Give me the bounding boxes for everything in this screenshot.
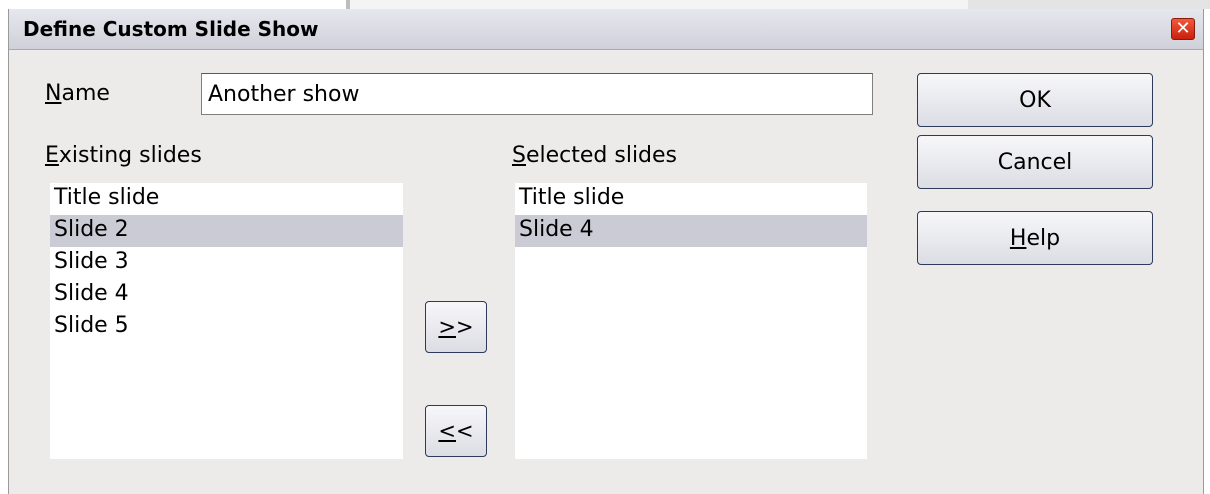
add-slide-button[interactable]: > > [425, 301, 487, 353]
name-label: Name [45, 81, 110, 106]
existing-slide-item[interactable]: Slide 2 [50, 215, 403, 247]
background-strip-middle [350, 0, 968, 9]
background-strip-left [0, 0, 346, 9]
existing-slide-item[interactable]: Slide 4 [50, 279, 403, 311]
name-label-mnemonic: N [45, 81, 62, 106]
selected-slide-item[interactable]: Slide 4 [515, 215, 867, 247]
existing-slides-list[interactable]: Title slide Slide 2 Slide 3 Slide 4 Slid… [50, 183, 403, 459]
existing-slides-label-rest: xisting slides [58, 143, 202, 168]
close-icon: ✕ [1175, 18, 1191, 39]
help-button[interactable]: Help [917, 211, 1153, 265]
title-bar[interactable]: Define Custom Slide Show ✕ [9, 9, 1203, 50]
background-window-strip [0, 0, 1210, 9]
existing-slides-label: Existing slides [45, 143, 202, 168]
cancel-button[interactable]: Cancel [917, 135, 1153, 189]
selected-slides-label-mnemonic: S [512, 143, 526, 168]
existing-slides-label-mnemonic: E [45, 143, 59, 168]
name-input[interactable] [201, 73, 873, 115]
add-slide-button-rest: > [456, 315, 474, 339]
name-label-rest: ame [61, 81, 110, 106]
existing-slide-item[interactable]: Slide 3 [50, 247, 403, 279]
dialog-title: Define Custom Slide Show [23, 17, 319, 41]
existing-slide-item[interactable]: Title slide [50, 183, 403, 215]
selected-slides-list[interactable]: Title slide Slide 4 [515, 183, 867, 459]
remove-slide-button[interactable]: < < [425, 405, 487, 457]
selected-slide-item[interactable]: Title slide [515, 183, 867, 215]
existing-slide-item[interactable]: Slide 5 [50, 311, 403, 343]
help-button-rest: elp [1026, 225, 1061, 251]
selected-slides-label: Selected slides [512, 143, 677, 168]
background-strip-right [968, 0, 1210, 9]
remove-slide-button-rest: < [456, 419, 474, 443]
help-button-mnemonic: H [1009, 225, 1027, 251]
selected-slides-label-rest: elected slides [525, 143, 678, 168]
ok-button[interactable]: OK [917, 73, 1153, 127]
close-button[interactable]: ✕ [1171, 18, 1195, 40]
add-slide-button-mnemonic: > [438, 315, 456, 339]
remove-slide-button-mnemonic: < [438, 419, 456, 443]
custom-slide-show-dialog: Define Custom Slide Show ✕ Name Existing… [8, 9, 1204, 494]
